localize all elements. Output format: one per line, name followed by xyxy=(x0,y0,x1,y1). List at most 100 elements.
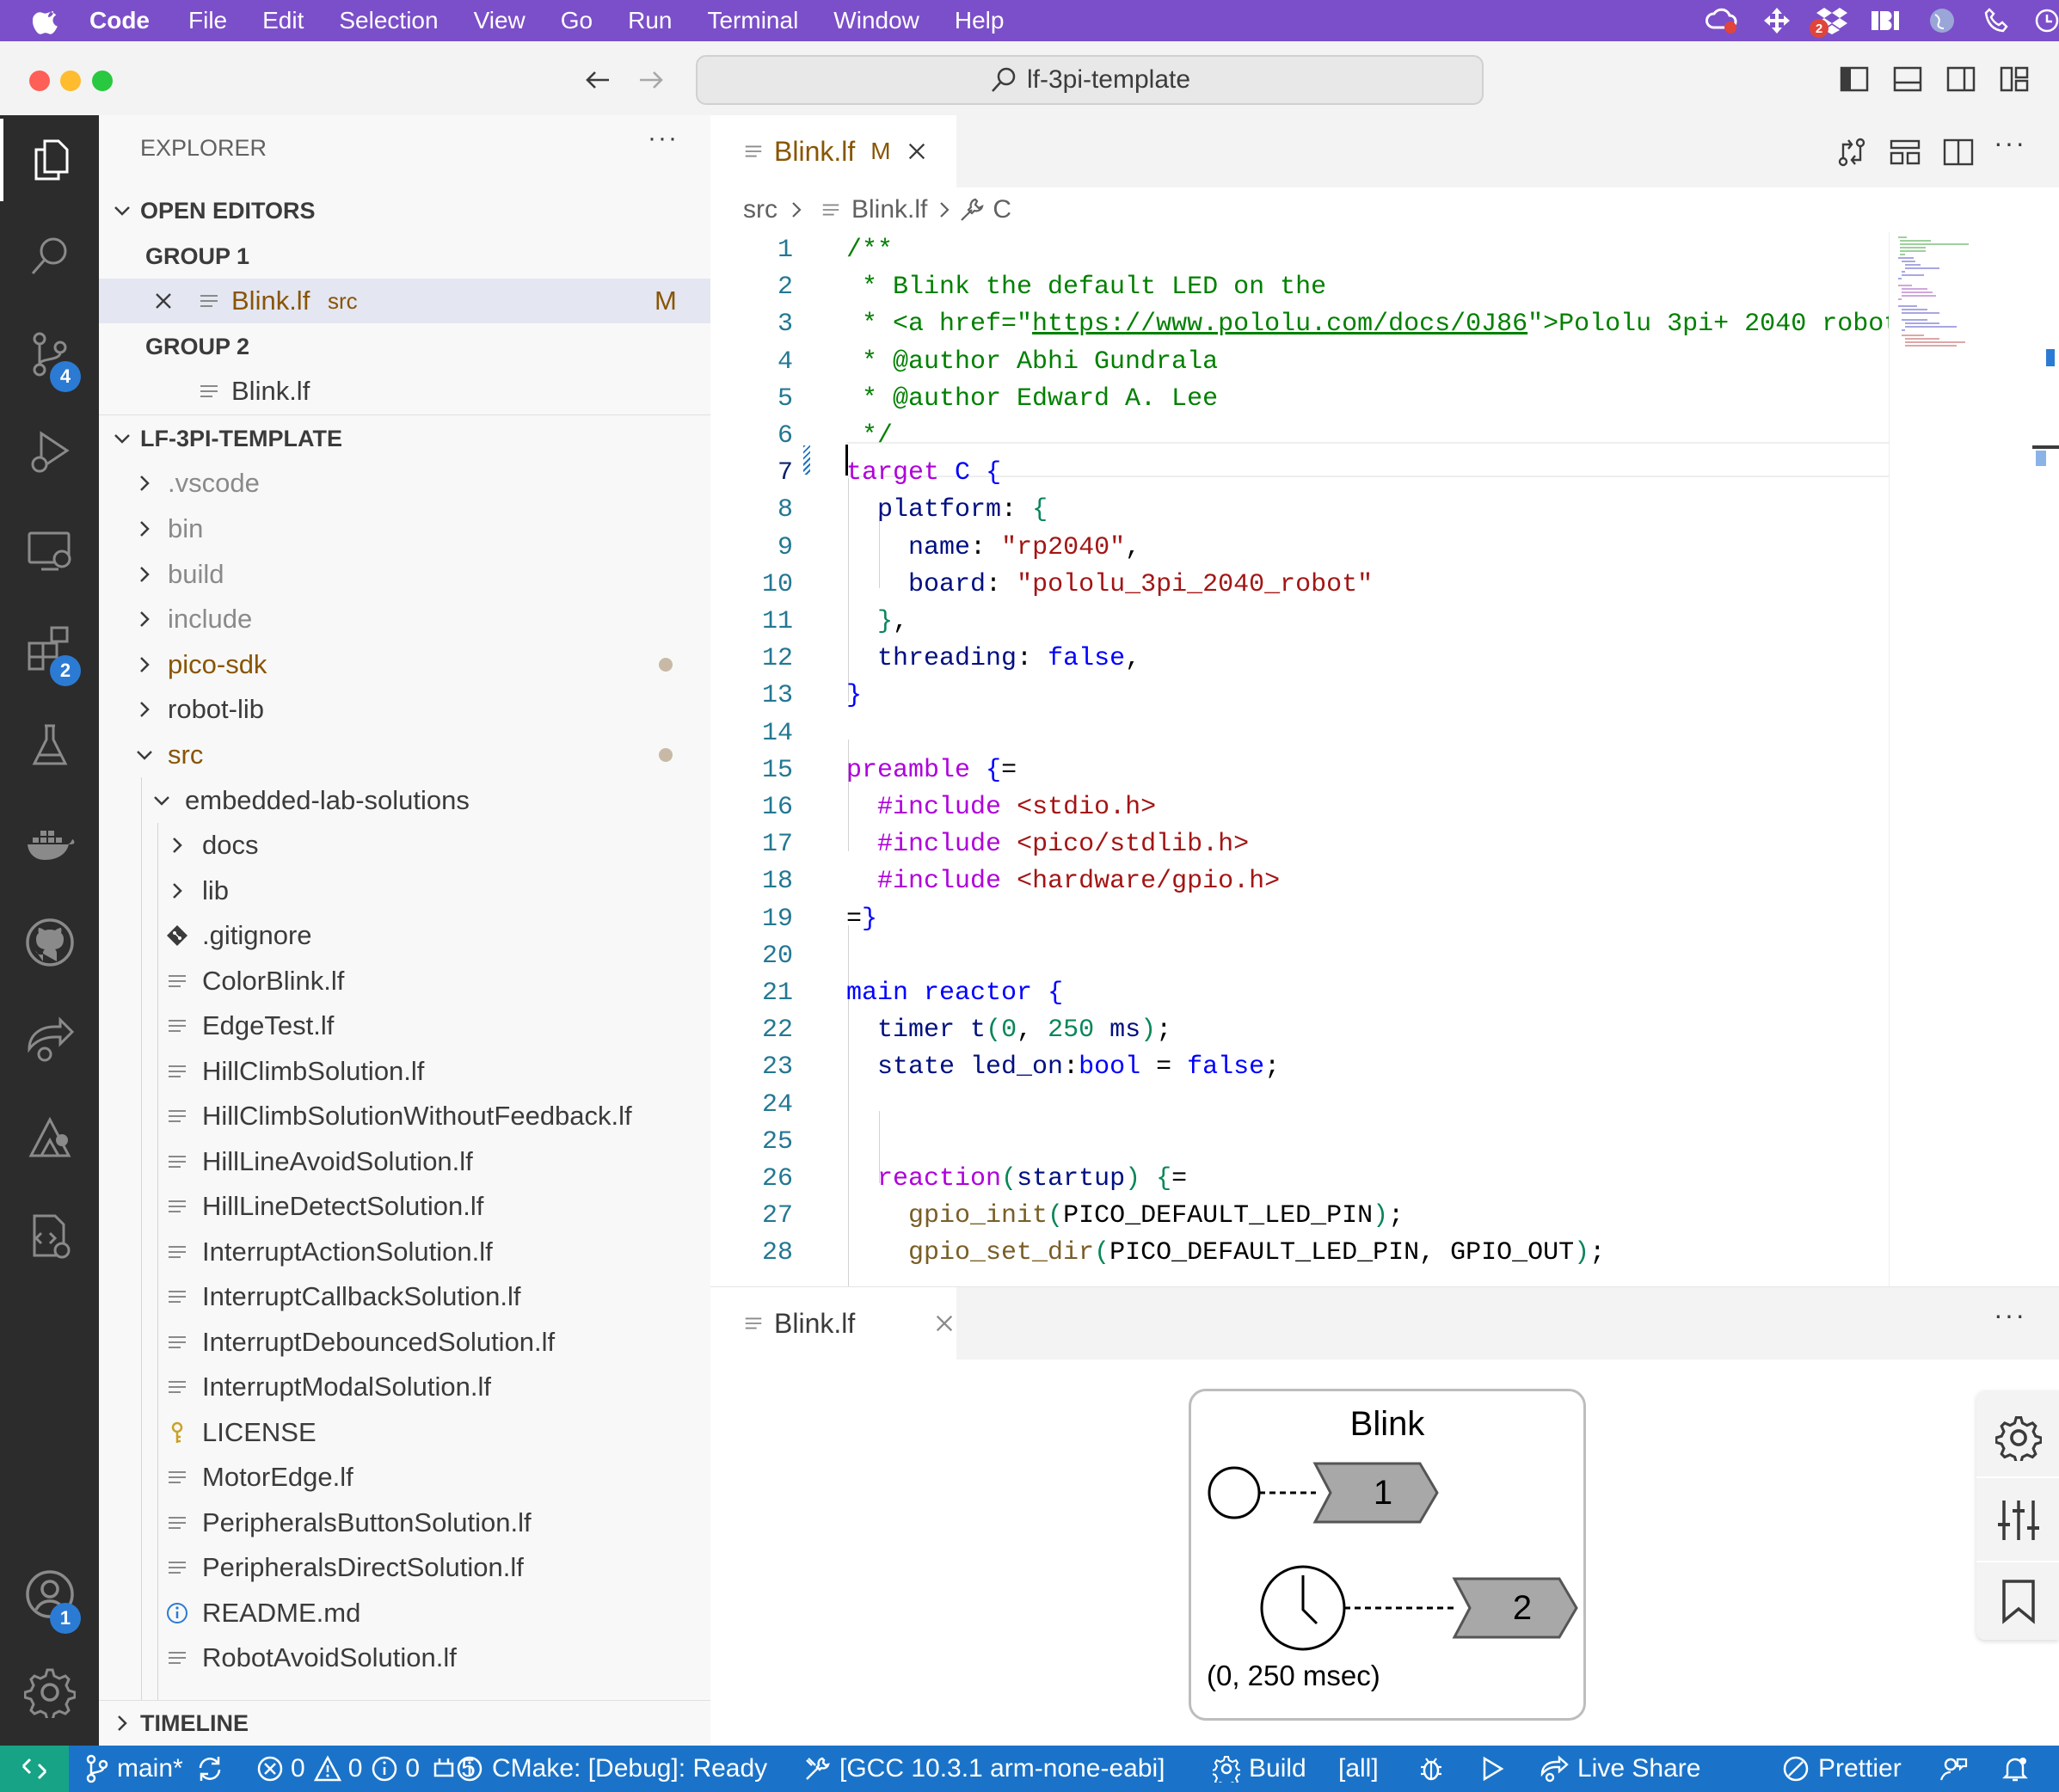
manage-activity[interactable] xyxy=(0,1651,99,1734)
tree-folder-bin[interactable]: bin xyxy=(99,506,710,551)
testing-activity[interactable] xyxy=(0,705,99,788)
menu-go[interactable]: Go xyxy=(561,7,593,34)
customize-layout-icon[interactable] xyxy=(1999,64,2030,95)
tree-file-license[interactable]: LICENSE xyxy=(99,1410,710,1455)
problems-status[interactable]: 0 0 0 5 xyxy=(256,1746,476,1792)
menu-view[interactable]: View xyxy=(474,7,526,34)
project-section[interactable]: LF-3PI-TEMPLATE xyxy=(99,416,710,461)
reactor-box[interactable]: Blink 1 2 (0, 250 msec) xyxy=(1189,1389,1586,1721)
close-icon[interactable] xyxy=(907,141,927,162)
maximize-window-button[interactable] xyxy=(92,71,113,91)
apple-icon[interactable] xyxy=(33,5,64,36)
run-debug-activity[interactable] xyxy=(0,411,99,494)
tree-folder-pico-sdk[interactable]: pico-sdk xyxy=(99,642,710,687)
toggle-panel-icon[interactable] xyxy=(1892,64,1923,95)
tree-folder-vscode[interactable]: .vscode xyxy=(99,461,710,506)
tree-folder-docs[interactable]: docs xyxy=(99,823,710,868)
toggle-primary-sidebar-icon[interactable] xyxy=(1839,64,1870,95)
editor-more-icon[interactable]: ··· xyxy=(1994,127,2026,159)
creative-cloud-icon[interactable] xyxy=(1703,5,1741,36)
close-icon[interactable] xyxy=(152,290,175,312)
tree-folder-build[interactable]: build xyxy=(99,552,710,597)
editor-tab-blink[interactable]: Blink.lf M xyxy=(710,115,956,187)
tree-file[interactable]: HillLineDetectSolution.lf xyxy=(99,1184,710,1229)
build-target-status[interactable]: [all] xyxy=(1338,1746,1379,1792)
cmake-status[interactable]: CMake: [Debug]: Ready xyxy=(456,1746,767,1792)
split-editor-icon[interactable] xyxy=(1942,136,1975,169)
github-activity[interactable] xyxy=(0,901,99,984)
run-status[interactable] xyxy=(1479,1746,1505,1792)
tree-folder-embedded-lab-solutions[interactable]: embedded-lab-solutions xyxy=(99,778,710,823)
menu-window[interactable]: Window xyxy=(833,7,919,34)
tree-file[interactable]: InterruptDebouncedSolution.lf xyxy=(99,1320,710,1365)
open-editor-blink-group2[interactable]: Blink.lf xyxy=(99,369,710,414)
explorer-activity[interactable] xyxy=(0,119,99,201)
menu-app-name[interactable]: Code xyxy=(89,7,150,34)
phone-icon[interactable] xyxy=(1978,5,2016,36)
tree-file[interactable]: HillClimbSolution.lf xyxy=(99,1049,710,1094)
source-control-activity[interactable]: 4 xyxy=(0,313,99,396)
open-editor-blink-group1[interactable]: Blink.lf src M xyxy=(99,279,710,323)
tree-file[interactable]: MotorEdge.lf xyxy=(99,1455,710,1500)
menu-terminal[interactable]: Terminal xyxy=(707,7,798,34)
build-status[interactable]: Build xyxy=(1213,1746,1306,1792)
forward-arrow-icon[interactable] xyxy=(636,65,666,95)
explorer-more-icon[interactable]: ··· xyxy=(648,124,679,153)
dropbox-icon[interactable]: 2 xyxy=(1810,5,1851,38)
panel-more-icon[interactable]: ··· xyxy=(1994,1299,2026,1331)
tree-file[interactable]: HillClimbSolutionWithoutFeedback.lf xyxy=(99,1094,710,1138)
breadcrumb-file[interactable]: Blink.lf xyxy=(851,195,927,224)
tree-folder-src[interactable]: src xyxy=(99,733,710,777)
sliders-icon[interactable] xyxy=(1995,1497,2042,1543)
tree-file[interactable]: PeripheralsButtonSolution.lf xyxy=(99,1500,710,1545)
menu-help[interactable]: Help xyxy=(955,7,1005,34)
lingua-franca-activity[interactable] xyxy=(0,1097,99,1180)
diagram-tab-blink[interactable]: Blink.lf xyxy=(710,1287,956,1359)
live-share-activity[interactable] xyxy=(0,999,99,1082)
tree-folder-robot-lib[interactable]: robot-lib xyxy=(99,687,710,732)
tree-file[interactable]: InterruptCallbackSolution.lf xyxy=(99,1274,710,1319)
command-center-search[interactable]: lf-3pi-template xyxy=(696,55,1484,105)
tree-file[interactable]: RobotAvoidSolution.lf xyxy=(99,1636,710,1680)
menu-run[interactable]: Run xyxy=(628,7,672,34)
open-editors-section[interactable]: OPEN EDITORS xyxy=(99,188,710,233)
bi-icon[interactable] xyxy=(1868,5,1906,36)
tree-file[interactable]: PeripheralsDirectSolution.lf xyxy=(99,1545,710,1590)
clock-arrow-icon[interactable] xyxy=(2033,5,2059,36)
code-editor[interactable]: 1 2 3 4 5 6 7 8 9 10 11 12 13 14 15 16 1… xyxy=(710,232,1889,1286)
gear-icon[interactable] xyxy=(1995,1415,2042,1461)
menu-edit[interactable]: Edit xyxy=(262,7,304,34)
tree-file-gitignore[interactable]: .gitignore xyxy=(99,913,710,958)
docker-activity[interactable] xyxy=(0,803,99,886)
breadcrumb-symbol[interactable]: C xyxy=(993,195,1011,224)
bookmark-icon[interactable] xyxy=(1999,1578,2038,1624)
menu-file[interactable]: File xyxy=(188,7,227,34)
branch-status[interactable]: main* xyxy=(84,1746,224,1792)
tree-file[interactable]: InterruptActionSolution.lf xyxy=(99,1230,710,1274)
back-arrow-icon[interactable] xyxy=(583,65,612,95)
notifications-status[interactable] xyxy=(2001,1746,2030,1792)
tree-folder-lib[interactable]: lib xyxy=(99,868,710,913)
globe-icon[interactable] xyxy=(1923,5,1961,36)
sync-icon[interactable] xyxy=(195,1754,224,1783)
remote-indicator[interactable] xyxy=(0,1746,69,1792)
prettier-status[interactable]: Prettier xyxy=(1782,1746,1902,1792)
kit-status[interactable]: [GCC 10.3.1 arm-none-eabi] xyxy=(803,1746,1165,1792)
tree-file[interactable]: EdgeTest.lf xyxy=(99,1003,710,1048)
compare-changes-icon[interactable] xyxy=(1835,136,1868,169)
tree-file[interactable]: HillLineAvoidSolution.lf xyxy=(99,1139,710,1184)
move-arrows-icon[interactable] xyxy=(1758,5,1796,36)
remote-explorer-activity[interactable] xyxy=(0,509,99,592)
cmake-activity[interactable] xyxy=(0,1195,99,1278)
tree-file[interactable]: InterruptModalSolution.lf xyxy=(99,1365,710,1409)
tree-file[interactable]: ColorBlink.lf xyxy=(99,959,710,1003)
breadcrumb-src[interactable]: src xyxy=(743,195,778,224)
tree-file-readme[interactable]: README.md xyxy=(99,1591,710,1636)
live-share-status[interactable]: Live Share xyxy=(1540,1746,1700,1792)
extensions-activity[interactable]: 2 xyxy=(0,607,99,690)
search-activity[interactable] xyxy=(0,215,99,298)
menu-selection[interactable]: Selection xyxy=(339,7,438,34)
accounts-activity[interactable]: 1 xyxy=(0,1553,99,1636)
diagram-view-icon[interactable] xyxy=(1889,136,1921,169)
toggle-secondary-sidebar-icon[interactable] xyxy=(1945,64,1976,95)
